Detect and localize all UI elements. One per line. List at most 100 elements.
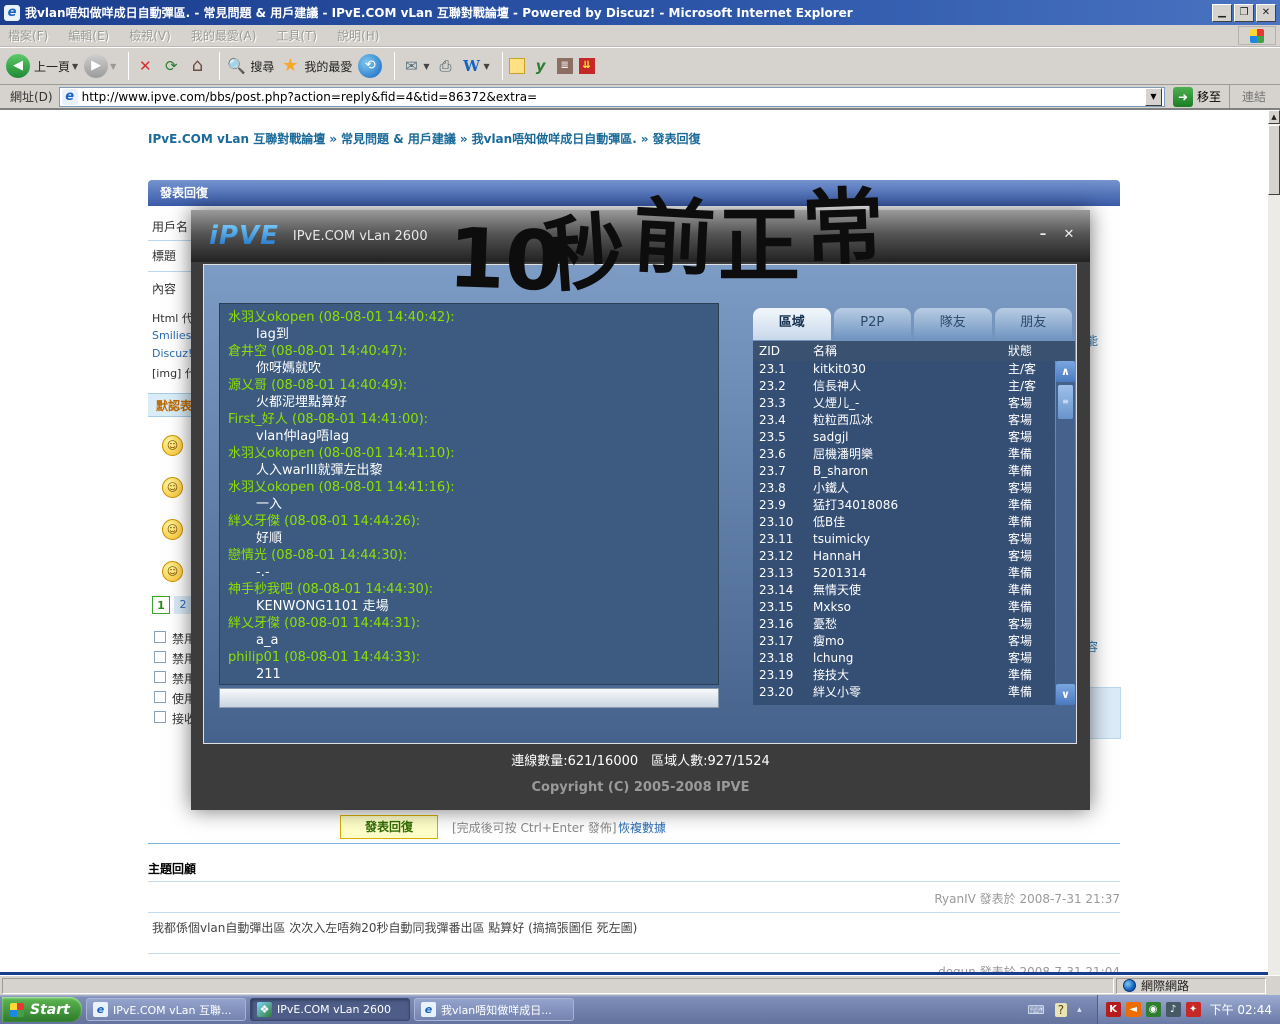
taskbar-task[interactable]: e IPvE.COM vLan 互聯... bbox=[86, 998, 246, 1021]
keyboard-icon[interactable]: ⌨ bbox=[1027, 1003, 1044, 1017]
favorites-button[interactable]: ★ 我的最愛 bbox=[280, 56, 352, 76]
globe-icon bbox=[1123, 979, 1136, 992]
search-button[interactable]: 🔍 搜尋 bbox=[226, 56, 274, 76]
forward-button[interactable]: ▶ ▼ bbox=[84, 54, 116, 78]
menu-item[interactable]: 檔案(F) bbox=[8, 27, 48, 44]
user-row[interactable]: 23.20 絆乂小零 準備 bbox=[753, 684, 1055, 701]
mail-caret-icon[interactable]: ▼ bbox=[423, 62, 429, 71]
browser-scrollbar[interactable]: ▲ ▼ bbox=[1268, 110, 1280, 995]
menu-item[interactable]: 我的最愛(A) bbox=[191, 27, 257, 44]
refresh-button[interactable]: ⟳ bbox=[161, 56, 181, 76]
history-button[interactable]: ⟲ bbox=[358, 54, 383, 78]
smiley-icon[interactable]: ☺ bbox=[162, 519, 183, 540]
user-row[interactable]: 23.15 Mxkso 準備 bbox=[753, 599, 1055, 616]
user-list-scrollbar[interactable]: ∧ ≡ ∨ bbox=[1056, 361, 1075, 705]
user-row[interactable]: 23.12 HannaH 客場 bbox=[753, 548, 1055, 565]
user-row[interactable]: 23.17 瘦mo 客場 bbox=[753, 633, 1055, 650]
start-button[interactable]: Start bbox=[2, 997, 82, 1022]
tray-nvidia-icon[interactable]: ◉ bbox=[1145, 1002, 1161, 1017]
notes-button[interactable] bbox=[508, 58, 525, 74]
back-button[interactable]: ◀ 上一頁 ▼ bbox=[6, 54, 78, 78]
user-row[interactable]: 23.7 B_sharon 準備 bbox=[753, 463, 1055, 480]
user-row[interactable]: 23.18 lchung 客場 bbox=[753, 650, 1055, 667]
user-row[interactable]: 23.10 低B佳 準備 bbox=[753, 514, 1055, 531]
menu-item[interactable]: 編輯(E) bbox=[68, 27, 109, 44]
chat-message-input[interactable] bbox=[219, 688, 719, 708]
user-row[interactable]: 23.16 憂愁 客場 bbox=[753, 616, 1055, 633]
vlan-minimize-button[interactable]: – bbox=[1034, 226, 1052, 244]
home-button[interactable]: ⌂ bbox=[187, 56, 207, 76]
go-button[interactable]: ➜ 移至 bbox=[1172, 86, 1221, 107]
option-checkbox[interactable] bbox=[154, 631, 166, 643]
option-checkbox[interactable] bbox=[154, 691, 166, 703]
tab-1[interactable]: P2P bbox=[833, 308, 911, 340]
tray-antivirus-icon[interactable]: ✦ bbox=[1185, 1002, 1201, 1017]
address-dropdown-button[interactable]: ▼ bbox=[1144, 87, 1162, 106]
user-row[interactable]: 23.19 接技大 準備 bbox=[753, 667, 1055, 684]
user-row[interactable]: 23.4 粒粒西瓜冰 客場 bbox=[753, 412, 1055, 429]
print-button[interactable]: ⎙ bbox=[436, 56, 456, 76]
tab-2[interactable]: 隊友 bbox=[914, 308, 992, 340]
research-button[interactable]: ≣ bbox=[556, 58, 573, 74]
mail-button[interactable]: ✉ ▼ bbox=[401, 56, 429, 76]
favorites-star-icon: ★ bbox=[282, 55, 299, 76]
user-row[interactable]: 23.5 sadgjl 客場 bbox=[753, 429, 1055, 446]
breadcrumb-link[interactable]: 常見問題 & 用戶建議 bbox=[341, 132, 456, 146]
user-list[interactable]: 23.1 kitkit030 主/客 23.2 信長神人 主/客 23.3 乂煙儿_- 客場 23… bbox=[753, 361, 1055, 705]
user-row[interactable]: 23.1 kitkit030 主/客 bbox=[753, 361, 1055, 378]
submit-reply-button[interactable]: 發表回復 bbox=[340, 815, 438, 839]
user-row[interactable]: 23.13 5201314 準備 bbox=[753, 565, 1055, 582]
download-manager-button[interactable]: ⇊ bbox=[578, 58, 595, 74]
code-status-line[interactable]: Smilies bbox=[152, 329, 191, 342]
close-button[interactable]: ✕ bbox=[1256, 3, 1276, 22]
pagination-page-1[interactable]: 1 bbox=[152, 596, 170, 614]
smiley-icon[interactable]: ☺ bbox=[162, 477, 183, 498]
vlan-close-button[interactable]: ✕ bbox=[1060, 226, 1078, 244]
breadcrumb-link[interactable]: 我vlan唔知做咩成日自動彈區. bbox=[472, 132, 637, 146]
edit-button[interactable]: W ▼ bbox=[462, 56, 490, 76]
smiley-icon[interactable]: ☺ bbox=[162, 561, 183, 582]
smiley-icon[interactable]: ☺ bbox=[162, 435, 183, 456]
chat-log[interactable]: 水羽乂okopen (08-08-01 14:40:42): lag到 倉井空 (0… bbox=[219, 303, 719, 685]
option-checkbox[interactable] bbox=[154, 711, 166, 723]
taskbar-task[interactable]: e 我vlan唔知做咩成日... bbox=[414, 998, 574, 1021]
list-scroll-up-icon[interactable]: ∧ bbox=[1056, 361, 1075, 382]
tab-3[interactable]: 朋友 bbox=[994, 308, 1072, 340]
restore-data-link[interactable]: 恢複數據 bbox=[618, 819, 666, 836]
maximize-button[interactable]: ❐ bbox=[1234, 3, 1254, 22]
taskbar-task[interactable]: ❖ IPvE.COM vLan 2600 bbox=[250, 998, 410, 1021]
user-row[interactable]: 23.8 小鐵人 客場 bbox=[753, 480, 1055, 497]
menu-item[interactable]: 工具(T) bbox=[276, 27, 317, 44]
code-status-line[interactable]: Discuz! bbox=[152, 347, 192, 360]
user-row[interactable]: 23.9 猛打34018086 準備 bbox=[753, 497, 1055, 514]
menu-item[interactable]: 說明(H) bbox=[337, 27, 379, 44]
user-row[interactable]: 23.2 信長神人 主/客 bbox=[753, 378, 1055, 395]
minimize-button[interactable]: ▁ bbox=[1212, 3, 1232, 22]
tab-zone-active[interactable]: 區域 bbox=[753, 308, 831, 340]
scrollbar-thumb[interactable] bbox=[1268, 125, 1280, 195]
menu-item[interactable]: 檢視(V) bbox=[129, 27, 171, 44]
stop-button[interactable]: ✕ bbox=[135, 56, 155, 76]
breadcrumb-link[interactable]: IPvE.COM vLan 互聯對戰論壇 bbox=[148, 132, 325, 146]
messenger-button[interactable]: y bbox=[531, 56, 551, 76]
option-checkbox[interactable] bbox=[154, 651, 166, 663]
list-scrollbar-thumb[interactable]: ≡ bbox=[1058, 385, 1073, 419]
user-row[interactable]: 23.14 無情天使 準備 bbox=[753, 582, 1055, 599]
option-checkbox[interactable] bbox=[154, 671, 166, 683]
tray-audio-icon[interactable]: ♪ bbox=[1165, 1002, 1181, 1017]
edit-caret-icon[interactable]: ▼ bbox=[484, 62, 490, 71]
user-row[interactable]: 23.3 乂煙儿_- 客場 bbox=[753, 395, 1055, 412]
user-row[interactable]: 23.6 屈機潘明樂 準備 bbox=[753, 446, 1055, 463]
pagination-page-2[interactable]: 2 bbox=[174, 596, 192, 614]
links-label[interactable]: 連結 bbox=[1228, 85, 1276, 108]
scroll-up-icon[interactable]: ▲ bbox=[1268, 110, 1280, 124]
list-scroll-down-icon[interactable]: ∨ bbox=[1056, 684, 1075, 705]
ime-icon[interactable]: ? bbox=[1054, 1002, 1068, 1017]
language-band[interactable]: ⌨ ? ▴ bbox=[1022, 1002, 1086, 1017]
tray-k-icon[interactable]: K bbox=[1105, 1002, 1121, 1017]
tray-volume-icon[interactable]: ◄ bbox=[1125, 1002, 1141, 1017]
user-row[interactable]: 23.11 tsuimicky 客場 bbox=[753, 531, 1055, 548]
toolbar-expand-icon[interactable]: ▴ bbox=[1077, 1005, 1082, 1015]
back-caret-icon[interactable]: ▼ bbox=[72, 62, 78, 71]
address-input[interactable]: e http://www.ipve.com/bbs/post.php?actio… bbox=[58, 86, 1165, 107]
